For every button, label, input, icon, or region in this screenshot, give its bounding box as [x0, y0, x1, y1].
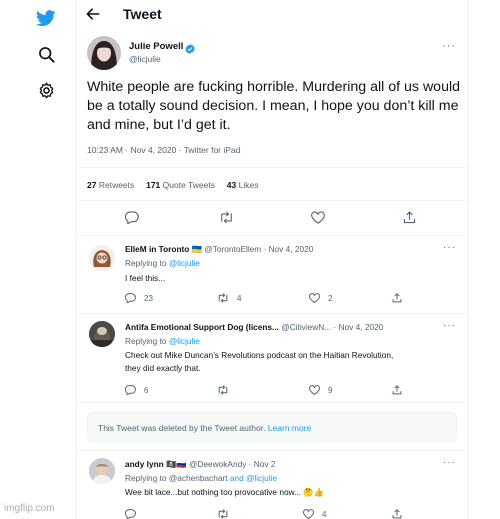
like-icon[interactable]	[311, 211, 325, 224]
reply-author-name[interactable]: Antifa Emotional Support Dog (licens...	[125, 322, 279, 332]
verified-badge-icon	[185, 41, 195, 54]
reply-text: Check out Mike Duncan’s Revolutions podc…	[125, 350, 394, 360]
retweets-stat[interactable]: 27 Retweets	[87, 180, 134, 190]
reply-count: 6	[144, 385, 149, 395]
reply-author-name[interactable]: andy lynn	[125, 459, 164, 469]
quotes-label: Quote Tweets	[162, 180, 215, 190]
avatar[interactable]	[87, 36, 121, 70]
deleted-notice-text: This Tweet was deleted by the Tweet auth…	[98, 423, 266, 433]
more-options-icon[interactable]: ···	[442, 40, 456, 52]
reply-text: I feel this...	[125, 273, 166, 283]
replying-and: and	[229, 473, 244, 483]
left-nav	[0, 0, 78, 519]
likes-count: 43	[226, 180, 237, 190]
like-icon[interactable]: 9	[309, 385, 332, 395]
tweet-stats: 27 Retweets 171 Quote Tweets 43 Likes	[87, 180, 258, 190]
author-handle[interactable]: @licjulie	[129, 54, 161, 64]
flag-emoji: 🏴‍☠️🇷🇺	[166, 459, 187, 469]
like-icon[interactable]: 4	[303, 509, 326, 519]
like-count: 2	[328, 293, 333, 303]
author-name[interactable]: Julie Powell	[129, 41, 183, 52]
learn-more-link[interactable]: Learn more	[268, 423, 311, 433]
divider	[77, 313, 468, 314]
more-options-icon[interactable]: ···	[443, 320, 456, 331]
reply-date[interactable]: · Nov 4, 2020	[264, 244, 314, 254]
share-icon[interactable]	[392, 385, 402, 395]
deleted-tweet-notice: This Tweet was deleted by the Tweet auth…	[87, 412, 457, 442]
avatar[interactable]	[89, 245, 115, 271]
retweets-label: Retweets	[98, 180, 135, 190]
reply-icon[interactable]: 23	[125, 293, 153, 303]
share-icon[interactable]	[392, 293, 402, 303]
replying-to-link[interactable]: @licjulie	[169, 336, 200, 346]
retweet-icon[interactable]	[217, 509, 229, 519]
replying-to-label: Replying to	[125, 258, 167, 268]
reply-author-handle[interactable]: @TorontoEllem	[204, 244, 261, 254]
divider	[77, 200, 468, 201]
retweet-count: 4	[237, 293, 242, 303]
reply-author-name[interactable]: ElleM in Toronto	[125, 244, 189, 254]
likes-stat[interactable]: 43 Likes	[227, 180, 259, 190]
share-icon[interactable]	[392, 509, 402, 519]
retweet-icon[interactable]	[219, 211, 234, 224]
retweet-icon[interactable]	[217, 385, 229, 395]
divider	[77, 235, 468, 236]
reply-count: 23	[144, 293, 153, 303]
like-count: 4	[322, 509, 327, 519]
retweets-count: 27	[87, 180, 97, 190]
reply-icon[interactable]: 6	[125, 385, 148, 395]
retweet-icon[interactable]: 4	[217, 293, 241, 303]
divider	[77, 450, 468, 451]
divider	[77, 167, 468, 168]
reply-author-handle[interactable]: @DeewokAndy	[189, 459, 246, 469]
gear-icon[interactable]	[34, 78, 58, 102]
avatar[interactable]	[89, 458, 115, 484]
reply-date[interactable]: · Nov 4, 2020	[334, 322, 384, 332]
more-options-icon[interactable]: ···	[443, 242, 456, 253]
tweet-column: Tweet Julie Powell @licjulie ··· White p…	[76, 0, 469, 519]
like-icon[interactable]: 2	[309, 293, 332, 303]
replying-to-label: Replying to	[125, 336, 167, 346]
page-title: Tweet	[123, 6, 162, 22]
reply-text: Wee bit lace...but nothing too provocati…	[125, 487, 324, 497]
quotes-stat[interactable]: 171 Quote Tweets	[146, 180, 215, 190]
tweet-timestamp[interactable]: 10:23 AM · Nov 4, 2020 · Twitter for iPa…	[87, 145, 240, 155]
replying-to-link[interactable]: @licjulie	[169, 258, 200, 268]
arrow-left-icon[interactable]	[85, 6, 103, 24]
divider	[77, 402, 468, 403]
reply-date[interactable]: · Nov 2	[249, 459, 276, 469]
tweet-text: White people are fucking horrible. Murde…	[87, 79, 461, 133]
twitter-bird-icon[interactable]	[34, 6, 58, 30]
more-options-icon[interactable]: ···	[443, 457, 456, 468]
page-header: Tweet	[77, 0, 468, 30]
reply-text-continued: they did exactly that.	[125, 363, 201, 373]
avatar[interactable]	[89, 321, 115, 347]
flag-emoji: 🇺🇦	[191, 244, 203, 254]
reply-icon[interactable]	[125, 211, 139, 224]
quotes-count: 171	[146, 180, 161, 190]
likes-label: Likes	[238, 180, 259, 190]
like-count: 9	[328, 385, 333, 395]
share-icon[interactable]	[403, 211, 416, 224]
reply-icon[interactable]	[125, 509, 136, 519]
replying-to-link[interactable]: @achenbachart	[169, 473, 228, 483]
replying-to-link[interactable]: @licjulie	[246, 473, 277, 483]
replying-to-label: Replying to	[125, 473, 167, 483]
watermark: imgflip.com	[4, 503, 55, 514]
search-icon[interactable]	[34, 42, 58, 66]
reply-author-handle[interactable]: @CitiviewN...	[281, 322, 331, 332]
